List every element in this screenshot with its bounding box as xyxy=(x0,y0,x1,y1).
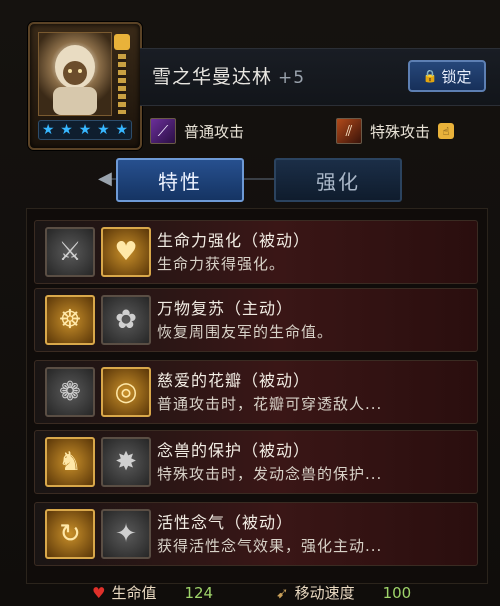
hp-label: 生命值 xyxy=(111,584,157,602)
spin-icon: ↻ xyxy=(45,509,95,559)
tab-traits[interactable]: 特性 xyxy=(116,158,244,202)
normal-attack[interactable]: ⟋ 普通攻击 xyxy=(150,118,244,144)
hero-badge-icon xyxy=(114,34,130,50)
hp-stat: ♥ 生命值 124 xyxy=(92,582,213,603)
petal-icon: ❁ xyxy=(45,367,95,417)
heart-icon: ♥ xyxy=(92,583,106,602)
lock-button[interactable]: 🔒 锁定 xyxy=(408,60,486,92)
special-attack[interactable]: ⫽ 特殊攻击 ☝ xyxy=(336,118,455,144)
heart-figure-icon: ♥ xyxy=(101,227,151,277)
hp-value: 124 xyxy=(184,583,214,602)
skill-row[interactable]: ♞ ✸ 念兽的保护（被动） 特殊攻击时，发动念兽的保护... xyxy=(34,430,478,494)
hero-title: 雪之华曼达林 +5 xyxy=(152,62,305,89)
hero-portrait-image xyxy=(38,32,112,116)
hero-portrait-card[interactable]: ★ ★ ★ ★ ★ xyxy=(28,22,142,150)
special-attack-label: 特殊攻击 xyxy=(370,122,431,141)
normal-attack-label: 普通攻击 xyxy=(184,122,245,141)
lock-icon: 🔒 xyxy=(422,69,438,83)
skill-name: 生命力强化（被动） xyxy=(157,231,311,250)
skill-desc: 恢复周围友军的生命值。 xyxy=(157,323,334,341)
slash-icon: ⟋ xyxy=(150,118,176,144)
skill-desc: 生命力获得强化。 xyxy=(157,255,286,273)
skill-name: 万物复苏（主动） xyxy=(157,299,294,318)
speed-value: 100 xyxy=(382,583,412,602)
claw-icon: ✸ xyxy=(101,437,151,487)
skill-row[interactable]: ☸ ✿ 万物复苏（主动） 恢复周围友军的生命值。 xyxy=(34,288,478,352)
tap-hint-icon: ☝ xyxy=(438,123,455,139)
sword-icon: ⚔ xyxy=(45,227,95,277)
skill-desc: 普通攻击时，花瓣可穿透敌人... xyxy=(157,395,383,413)
aura-figure-icon: ✦ xyxy=(101,509,151,559)
star-icon: ★ xyxy=(115,122,129,138)
beast-icon: ♞ xyxy=(45,437,95,487)
meditate-icon: ☸ xyxy=(45,295,95,345)
lock-button-label: 锁定 xyxy=(441,67,472,86)
skill-row[interactable]: ↻ ✦ 活性念气（被动） 获得活性念气效果，强化主动... xyxy=(34,502,478,566)
tab-left-arrow-icon: ◀ xyxy=(98,168,112,189)
speed-stat: ➹ 移动速度 100 xyxy=(276,582,411,603)
star-icon: ★ xyxy=(41,122,55,138)
flower-icon: ✿ xyxy=(101,295,151,345)
skill-name: 活性念气（被动） xyxy=(157,513,294,532)
skill-name: 念兽的保护（被动） xyxy=(157,441,311,460)
skill-name: 慈爱的花瓣（被动） xyxy=(157,371,311,390)
star-icon: ★ xyxy=(60,122,73,138)
star-rating: ★ ★ ★ ★ ★ xyxy=(38,120,132,140)
tab-enhance[interactable]: 强化 xyxy=(274,158,402,202)
skill-desc: 获得活性念气效果，强化主动... xyxy=(157,537,383,555)
skill-row[interactable]: ⚔ ♥ 生命力强化（被动） 生命力获得强化。 xyxy=(34,220,478,284)
level-bar xyxy=(118,54,126,114)
hero-name: 雪之华曼达林 xyxy=(152,66,273,88)
skill-desc: 特殊攻击时，发动念兽的保护... xyxy=(157,465,383,483)
dragon-orb-icon: ◎ xyxy=(101,367,151,417)
boot-icon: ➹ xyxy=(276,583,289,602)
claw-slash-icon: ⫽ xyxy=(336,118,362,144)
skill-row[interactable]: ❁ ◎ 慈爱的花瓣（被动） 普通攻击时，花瓣可穿透敌人... xyxy=(34,360,478,424)
star-icon: ★ xyxy=(78,122,92,138)
speed-label: 移动速度 xyxy=(294,584,355,602)
star-icon: ★ xyxy=(97,122,110,138)
hero-enhance-level: +5 xyxy=(278,68,306,88)
